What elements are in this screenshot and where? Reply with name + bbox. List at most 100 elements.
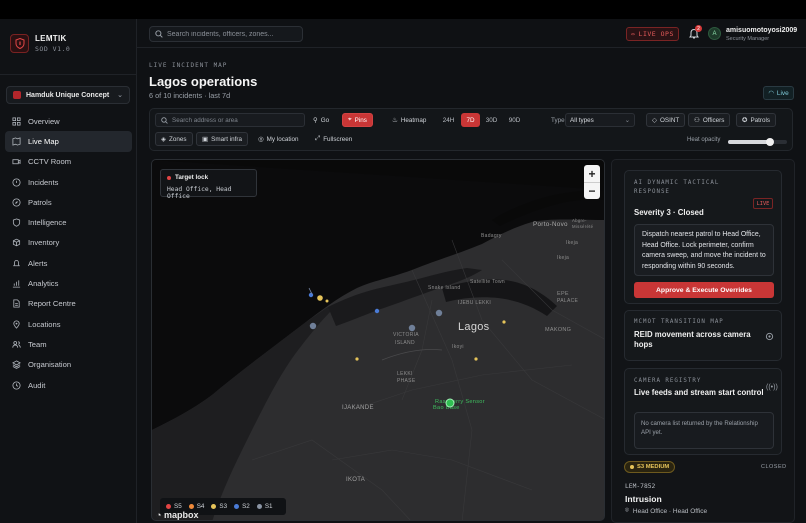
zones-label: Zones — [169, 135, 187, 143]
sidebar-item-inventory[interactable]: Inventory — [5, 233, 132, 253]
sidebar-item-report-centre[interactable]: Report Centre — [5, 294, 132, 314]
sidebar-item-cctv-room[interactable]: CCTV Room — [5, 152, 132, 172]
patrols-toggle[interactable]: ✪ Patrols — [736, 113, 777, 127]
layers-icon: ◈ — [161, 136, 166, 143]
brand[interactable]: LEMTIK SOD V1.0 — [0, 19, 136, 57]
sidebar-item-audit[interactable]: Audit — [5, 375, 132, 395]
zoom-out-button[interactable]: − — [584, 182, 600, 199]
notification-badge: 2 — [695, 25, 702, 32]
type-value: All types — [570, 116, 594, 124]
sidebar-item-team[interactable]: Team — [5, 334, 132, 354]
top-bar: ⇔LIVE OPS 2 A amisuomotoyosi2009 Securit… — [137, 19, 806, 48]
target-lock-title: Target lock — [175, 174, 209, 181]
org-switcher[interactable]: Hamduk Unique Concept ⌄ — [6, 86, 130, 104]
org-name: Hamduk Unique Concept — [26, 91, 110, 99]
smart-infra-toggle[interactable]: ▣ Smart infra — [196, 132, 248, 146]
chart-icon — [11, 279, 21, 289]
address-search-input[interactable] — [172, 116, 292, 124]
slider-thumb[interactable] — [766, 138, 775, 146]
osint-toggle[interactable]: ◇ OSINT — [646, 113, 686, 127]
marker-blue[interactable] — [374, 308, 380, 314]
legend-dot-icon — [188, 504, 194, 509]
sidebar-item-label: Locations — [28, 319, 61, 329]
brand-version: SOD V1.0 — [35, 45, 71, 53]
address-search[interactable] — [155, 113, 305, 127]
sidebar-item-organisation[interactable]: Organisation — [5, 355, 132, 375]
pins-toggle[interactable]: ⌖ Pins — [342, 113, 373, 127]
legend-item-s4[interactable]: S4 — [188, 503, 205, 510]
legend-dot-icon — [234, 504, 240, 509]
marker-grey[interactable] — [435, 309, 443, 317]
marker-gold[interactable] — [355, 357, 359, 361]
legend-label: S4 — [196, 503, 205, 510]
sidebar-item-analytics[interactable]: Analytics — [5, 273, 132, 293]
network-icon[interactable] — [765, 332, 774, 341]
mapbox-icon: ◔ — [156, 510, 162, 520]
screen-top-strip — [0, 0, 806, 19]
my-location-button[interactable]: ◎ My location — [253, 132, 304, 146]
sidebar-item-label: Live Map — [28, 136, 59, 146]
sidebar-item-overview[interactable]: Overview — [5, 111, 132, 131]
zones-toggle[interactable]: ◈ Zones — [155, 132, 193, 146]
incident-id: LEM-7852 — [625, 483, 656, 490]
person-icon: ⚲ — [313, 117, 318, 124]
marker-gold[interactable] — [317, 295, 323, 301]
type-select[interactable]: All types ⌄ — [565, 113, 635, 127]
sidebar-item-patrols[interactable]: Patrols — [5, 192, 132, 212]
sidebar-item-label: Report Centre — [28, 299, 76, 309]
marker-gold[interactable] — [502, 320, 506, 324]
legend-item-s3[interactable]: S3 — [211, 503, 227, 510]
heatmap-label: Heatmap — [400, 116, 427, 124]
diamond-icon: ◇ — [652, 117, 657, 124]
marker-grey[interactable] — [309, 322, 317, 330]
signal-icon[interactable]: ((•)) — [766, 384, 778, 391]
pin-icon: ⌾ — [625, 507, 629, 514]
officers-toggle[interactable]: ⚇ Officers — [688, 113, 731, 127]
heatmap-toggle[interactable]: ♨ Heatmap — [387, 113, 431, 127]
incident-title[interactable]: Intrusion — [625, 494, 662, 504]
legend-item-s5[interactable]: S5 — [166, 503, 182, 510]
range-30d[interactable]: 30D — [482, 113, 501, 127]
live-toggle-label: Live — [776, 89, 789, 97]
global-search[interactable] — [149, 26, 303, 42]
fullscreen-button[interactable]: ⤢ Fullscreen — [310, 132, 357, 146]
sidebar-item-intelligence[interactable]: Intelligence — [5, 212, 132, 232]
marker-gold[interactable] — [474, 357, 478, 361]
sidebar-item-live-map[interactable]: Live Map — [5, 131, 132, 152]
marker-gold[interactable] — [325, 299, 329, 303]
sensor-marker[interactable] — [445, 398, 455, 408]
approve-execute-button[interactable]: Approve & Execute Overrides — [634, 282, 774, 298]
sidebar-item-alerts[interactable]: Alerts — [5, 253, 132, 273]
live-tag: LIVE — [753, 198, 773, 209]
map-icon — [11, 136, 21, 146]
live-ops-button[interactable]: ⇔ LIVE OPS — [626, 27, 679, 41]
bell-icon — [11, 258, 21, 268]
sidebar-item-incidents[interactable]: Incidents — [5, 172, 132, 192]
legend-item-s1[interactable]: S1 — [256, 503, 273, 510]
map-canvas[interactable]: Porto-Novo Abgre- Missérété Badagry Ikej… — [151, 159, 605, 521]
smart-infra-label: Smart infra — [211, 135, 242, 143]
incident-status: CLOSED — [761, 464, 787, 470]
sidebar-item-locations[interactable]: Locations — [5, 314, 132, 334]
legend-item-s2[interactable]: S2 — [234, 503, 250, 510]
live-toggle-button[interactable]: ◠ Live — [763, 86, 794, 100]
search-icon — [161, 116, 168, 124]
go-button[interactable]: ⚲ Go — [308, 113, 334, 127]
marker-blue[interactable] — [308, 292, 314, 298]
camera-registry-title: Live feeds and stream start control — [634, 388, 764, 397]
avatar[interactable]: A — [708, 27, 721, 40]
heat-opacity-slider[interactable] — [728, 138, 787, 146]
marker-grey[interactable] — [408, 324, 416, 332]
range-24h[interactable]: 24H — [439, 113, 458, 127]
global-search-input[interactable] — [167, 30, 297, 38]
mapbox-logo[interactable]: ◔ mapbox — [156, 510, 198, 520]
zoom-in-button[interactable]: + — [584, 165, 600, 182]
user-name[interactable]: amisuomotoyosi2009 — [726, 27, 797, 34]
mcmot-title: REID movement across camera hops — [634, 330, 751, 349]
my-location-label: My location — [266, 135, 299, 143]
range-7d[interactable]: 7D — [461, 113, 480, 127]
chevron-down-icon: ⌄ — [624, 116, 630, 124]
camera-registry-card: CAMERA REGISTRY Live feeds and stream st… — [624, 368, 782, 455]
range-90d[interactable]: 90D — [505, 113, 524, 127]
wifi-icon: ◠ — [768, 90, 774, 97]
